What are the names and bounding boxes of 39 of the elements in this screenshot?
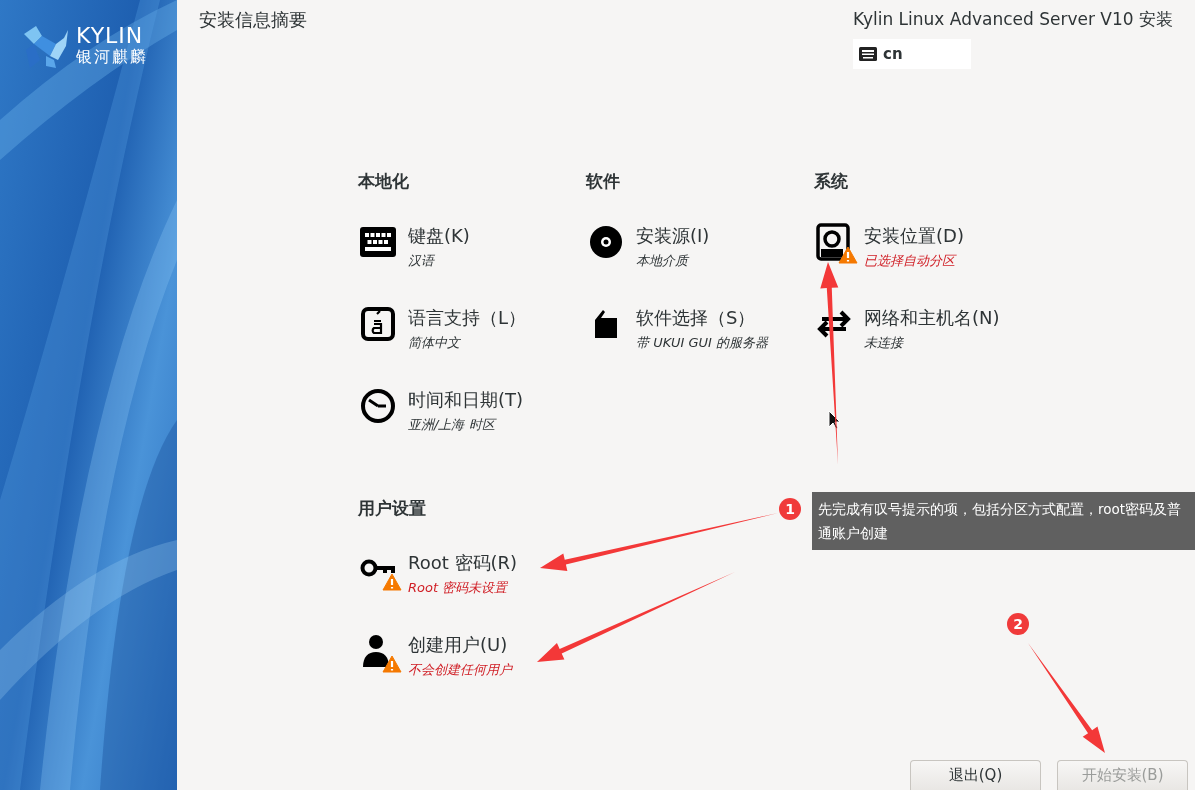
spoke-title[interactable]: 安装源(I) [636,224,710,248]
spoke-title[interactable]: Root 密码(R) [408,551,518,575]
clock-icon [360,388,396,424]
spoke-status: 已选择自动分区 [864,252,958,270]
disc-icon [589,225,623,259]
spoke-title[interactable]: 软件选择（S） [636,306,768,330]
annotation-note: 先完成有叹号提示的项，包括分区方式配置，root密码及普通账户创建 [812,492,1195,550]
product-title: Kylin Linux Advanced Server V10 安装 [853,8,1173,31]
spoke-status: 本地介质 [636,252,691,270]
network-arrows-icon [816,308,852,340]
spoke-status: Root 密码未设置 [408,579,509,597]
spoke-status: 汉语 [408,252,436,270]
spoke-title[interactable]: 安装位置(D) [864,224,964,248]
spoke-title[interactable]: 创建用户(U) [408,633,512,657]
section-heading: 用户设置 [358,497,427,519]
spoke-status: 亚洲/上海 时区 [408,416,498,434]
spoke-status: 未连接 [864,334,905,352]
logo-subtitle: 银河麒麟 [76,48,148,66]
package-icon [593,308,619,340]
section-heading: 本地化 [358,170,410,192]
keyboard-icon [859,47,877,61]
keyboard-layout-indicator[interactable]: cn [853,39,971,69]
spoke-title[interactable]: 时间和日期(T) [408,388,524,412]
number-badge: 2 [1007,613,1029,635]
mouse-cursor-icon [828,410,840,430]
footer-button[interactable]: 退出(Q) [910,760,1041,790]
spoke-status: 带 UKUI GUI 的服务器 [636,334,768,352]
number-badge: 1 [779,498,801,520]
page-title: 安装信息摘要 [199,8,307,32]
spoke-title[interactable]: 网络和主机名(N) [864,306,1000,330]
spoke-status: 简体中文 [408,334,462,352]
section-heading: 系统 [814,170,849,192]
keyboard-icon [360,227,396,257]
section-heading: 软件 [586,170,621,192]
spoke-title[interactable]: 键盘(K) [408,224,470,248]
spoke-title[interactable]: 语言支持（L） [408,306,527,330]
logo-wordmark: KYLIN [76,24,145,48]
language-icon [361,307,395,341]
spoke-status: 不会创建任何用户 [408,661,512,679]
